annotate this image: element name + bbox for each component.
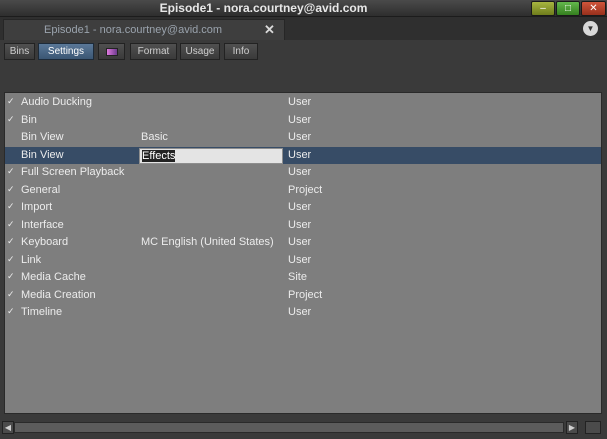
setting-scope: User	[288, 306, 312, 318]
horizontal-scrollbar[interactable]: ◀ ▶	[0, 418, 607, 439]
setting-name: Keyboard	[21, 236, 69, 248]
setting-value: MC English (United States)	[141, 236, 274, 248]
setting-name: Link	[21, 253, 42, 266]
setting-name: Import	[21, 201, 53, 213]
setting-name: Media Cache	[21, 271, 86, 283]
settings-row[interactable]: ✓ General Project	[5, 182, 601, 200]
setting-scope: User	[288, 166, 312, 178]
setting-scope: User	[288, 113, 312, 126]
setting-name: Audio Ducking	[21, 96, 92, 108]
checkmark-icon: ✓	[7, 236, 15, 246]
settings-row[interactable]: ✓ Media Cache Site	[5, 269, 601, 287]
color-tab-button[interactable]	[98, 43, 125, 60]
setting-name: Interface	[21, 218, 64, 231]
setting-name: General	[21, 183, 61, 196]
checkmark-icon: ✓	[7, 96, 15, 106]
close-window-button[interactable]: ✕	[581, 1, 606, 16]
format-tab-button[interactable]: Format	[130, 43, 177, 60]
checkmark-icon: ✓	[7, 113, 15, 124]
usage-tab-button[interactable]: Usage	[180, 43, 220, 60]
setting-name-edit-field[interactable]: Effects	[139, 147, 283, 164]
scroll-left-arrow-icon[interactable]: ◀	[2, 421, 14, 434]
setting-name: Media Creation	[21, 288, 96, 301]
settings-row[interactable]: ✓ Import User	[5, 199, 601, 217]
checkmark-icon: ✓	[7, 253, 15, 264]
window-title: Episode1 - nora.courtney@avid.com	[159, 1, 368, 15]
minimize-button[interactable]: –	[531, 1, 555, 16]
maximize-button[interactable]: □	[556, 1, 580, 16]
setting-value: Basic	[141, 131, 168, 143]
setting-scope: User	[288, 96, 312, 108]
setting-scope: Project	[288, 183, 323, 196]
settings-list: ✓ Audio Ducking User ✓ Bin User Bin View…	[4, 92, 602, 414]
settings-row[interactable]: Bin View Basic User	[5, 129, 601, 147]
setting-scope: User	[288, 131, 312, 143]
settings-row[interactable]: ✓ Keyboard MC English (United States) Us…	[5, 234, 601, 252]
setting-name: Bin View	[21, 131, 64, 143]
setting-scope: User	[288, 236, 312, 248]
scroll-right-arrow-icon[interactable]: ▶	[566, 421, 578, 434]
checkmark-icon: ✓	[7, 271, 15, 281]
setting-name: Bin View	[21, 148, 64, 161]
window-titlebar: Episode1 - nora.courtney@avid.com – □ ✕	[0, 0, 607, 17]
bins-tab-button[interactable]: Bins	[4, 43, 35, 60]
setting-name: Full Screen Playback	[21, 166, 125, 178]
settings-row[interactable]: ✓ Full Screen Playback User	[5, 164, 601, 182]
resize-corner-icon[interactable]	[585, 421, 601, 434]
settings-row-selected[interactable]: Bin View Effects User	[5, 146, 601, 164]
checkmark-icon: ✓	[7, 306, 15, 316]
checkmark-icon: ✓	[7, 218, 15, 229]
project-toolbar: Bins Settings Format Usage Info	[0, 40, 607, 92]
checkmark-icon: ✓	[7, 166, 15, 176]
color-swatch-icon	[105, 48, 118, 56]
checkmark-icon: ✓	[7, 183, 15, 194]
close-tab-icon[interactable]: ✕	[264, 22, 275, 38]
tab-episode1[interactable]: Episode1 - nora.courtney@avid.com ✕	[3, 19, 285, 40]
setting-name: Bin	[21, 113, 37, 126]
panel-menu-chevron-down-icon[interactable]: ▼	[583, 21, 598, 36]
settings-row[interactable]: ✓ Interface User	[5, 217, 601, 235]
tab-label: Episode1 - nora.courtney@avid.com	[44, 24, 223, 36]
setting-scope: User	[288, 253, 312, 266]
checkmark-icon: ✓	[7, 201, 15, 211]
setting-scope: User	[288, 148, 312, 161]
setting-scope: Project	[288, 288, 323, 301]
settings-row[interactable]: ✓ Media Creation Project	[5, 287, 601, 305]
scrollbar-track[interactable]	[14, 422, 564, 433]
setting-name: Timeline	[21, 306, 63, 318]
settings-tab-button[interactable]: Settings	[38, 43, 94, 60]
checkmark-icon: ✓	[7, 288, 15, 299]
setting-value-selected-text: Effects	[142, 149, 176, 162]
settings-row[interactable]: ✓ Bin User	[5, 112, 601, 130]
settings-row[interactable]: ✓ Audio Ducking User	[5, 94, 601, 112]
settings-row[interactable]: ✓ Link User	[5, 252, 601, 270]
info-tab-button[interactable]: Info	[224, 43, 258, 60]
tab-strip: Episode1 - nora.courtney@avid.com ✕ ▼	[0, 17, 607, 40]
settings-row[interactable]: ✓ Timeline User	[5, 304, 601, 322]
setting-scope: User	[288, 201, 312, 213]
setting-scope: User	[288, 218, 312, 231]
setting-scope: Site	[288, 271, 307, 283]
